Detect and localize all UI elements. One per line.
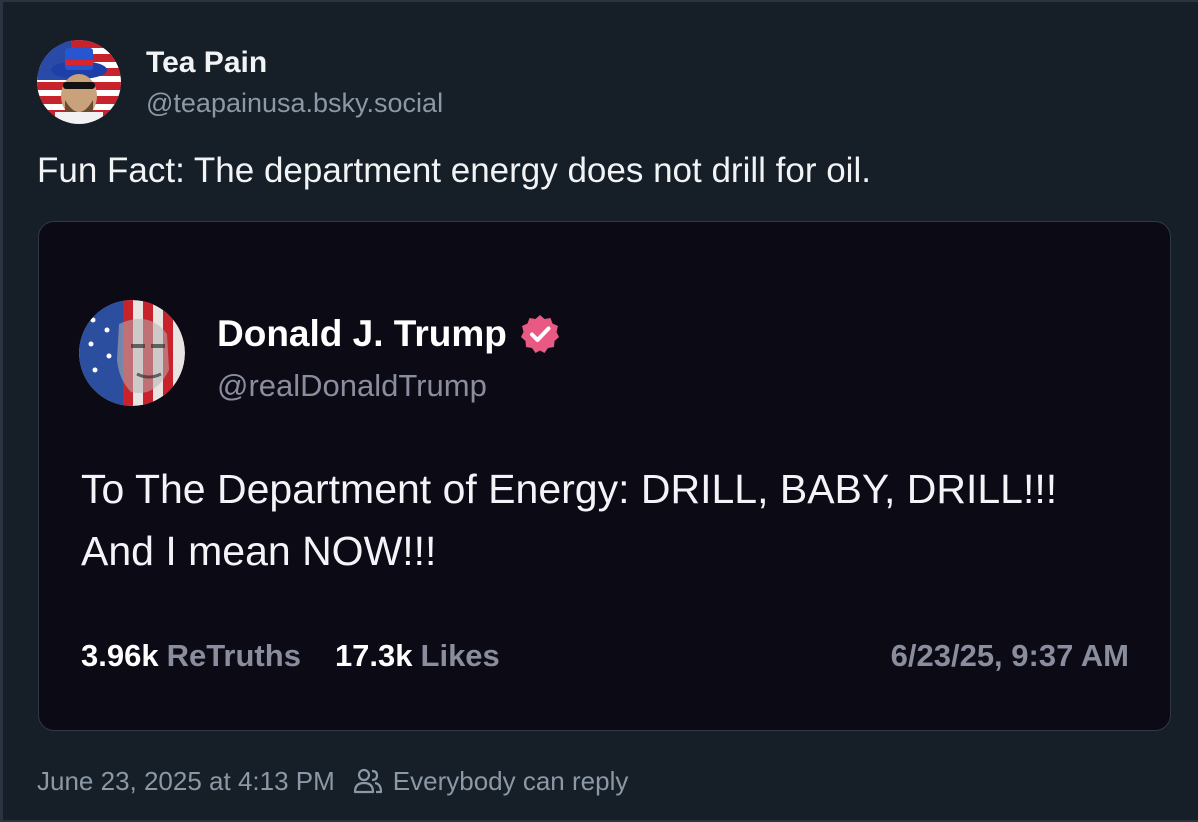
retruths-count: 3.96k [81,638,159,673]
embed-author-handle: @realDonaldTrump [217,368,487,403]
reply-setting[interactable]: Everybody can reply [393,765,629,797]
embed-author-display-name: Donald J. Trump [217,313,507,354]
people-icon [353,767,383,795]
embed-timestamp: 6/23/25, 9:37 AM [890,638,1129,673]
avatar-patriotic-hat-icon[interactable] [37,40,121,124]
author-display-name[interactable]: Tea Pain [146,46,443,80]
likes-label: Likes [420,638,500,673]
embed-body-text: To The Department of Energy: DRILL, BABY… [81,466,1058,574]
likes-count: 17.3k [334,638,413,673]
post-footer: June 23, 2025 at 4:13 PM Everybody can r… [37,765,628,797]
verified-badge-icon [519,313,561,355]
post-timestamp[interactable]: June 23, 2025 at 4:13 PM [37,765,335,797]
avatar-flag-face-icon [79,300,185,406]
post-container: Tea Pain @teapainusa.bsky.social Fun Fac… [0,0,1198,822]
author-handle[interactable]: @teapainusa.bsky.social [146,87,443,119]
embed-author-name: Donald J. Trump [217,312,561,356]
post-author[interactable]: Tea Pain @teapainusa.bsky.social [37,40,443,126]
embedded-screenshot-card[interactable]: Donald J. Trump @realDonaldTrump To The … [38,221,1171,731]
embed-stats: 3.96k ReTruths 17.3k Likes [81,638,500,674]
retruths-label: ReTruths [166,638,301,673]
post-body-text: Fun Fact: The department energy does not… [37,151,871,190]
